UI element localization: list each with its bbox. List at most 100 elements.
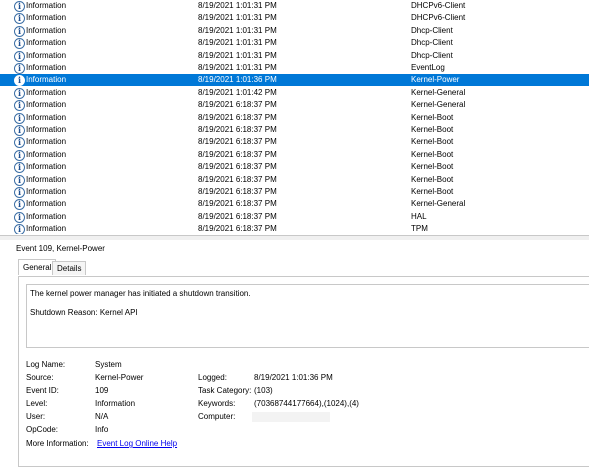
log-name-label: Log Name:: [26, 360, 66, 369]
information-icon: [14, 63, 25, 74]
event-source: Kernel-Boot: [411, 149, 454, 159]
event-date: 8/19/2021 6:18:37 PM: [198, 112, 277, 122]
more-information-label: More Information:: [26, 439, 89, 448]
event-row[interactable]: Information 8/19/2021 6:18:37 PM Kernel-Bo…: [0, 149, 589, 161]
event-level: Information: [26, 174, 67, 184]
information-icon: [14, 100, 25, 112]
event-message-box[interactable]: The kernel power manager has initiated a…: [26, 284, 589, 348]
event-source: Kernel-Boot: [411, 112, 454, 122]
event-row[interactable]: Information 8/19/2021 6:18:37 PM Kernel-Bo…: [0, 161, 589, 174]
event-id-value: 109: [95, 386, 109, 395]
event-source: DHCPv6-Client: [411, 1, 466, 10]
event-source: Dhcp-Client: [411, 50, 453, 60]
event-level: Information: [26, 125, 67, 134]
information-icon: [14, 187, 25, 198]
event-row[interactable]: Information 8/19/2021 6:18:37 PM Kernel-Bo…: [0, 174, 589, 186]
event-row[interactable]: Information 8/19/2021 6:18:37 PM TPM: [0, 223, 589, 234]
computer-value: [252, 412, 330, 422]
event-row[interactable]: Information 8/19/2021 1:01:31 PM DHCPv6-Cl…: [0, 0, 589, 12]
event-date: 8/19/2021 6:18:37 PM: [198, 137, 277, 147]
event-row[interactable]: Information 8/19/2021 1:01:36 PM Kernel-Po…: [0, 74, 589, 87]
event-source: Kernel-General: [411, 87, 466, 97]
event-source: Kernel-Power: [411, 75, 460, 85]
event-row[interactable]: Information 8/19/2021 1:01:31 PM Dhcp-Clie…: [0, 37, 589, 50]
message-line: The kernel power manager has initiated a…: [30, 289, 251, 298]
event-row[interactable]: Information 8/19/2021 1:01:31 PM Dhcp-Clie…: [0, 25, 589, 37]
event-source: HAL: [411, 211, 427, 221]
tab-details[interactable]: Details: [52, 261, 87, 275]
level-value: Information: [95, 399, 136, 408]
task-category-value: (103): [254, 386, 273, 395]
event-level: Information: [26, 100, 67, 110]
event-row[interactable]: Information 8/19/2021 1:01:31 PM DHCPv6-Cl…: [0, 12, 589, 25]
event-row[interactable]: Information 8/19/2021 6:18:37 PM HAL: [0, 211, 589, 223]
event-row[interactable]: Information 8/19/2021 6:18:37 PM Kernel-Bo…: [0, 124, 589, 136]
event-level: Information: [26, 13, 67, 23]
event-date: 8/19/2021 6:18:37 PM: [198, 199, 277, 209]
event-list[interactable]: Information 8/19/2021 1:01:31 PM DHCPv6-Cl…: [0, 0, 589, 234]
information-icon: [14, 211, 25, 223]
level-label: Level:: [26, 399, 48, 408]
opcode-value: Info: [95, 425, 109, 434]
information-icon: [14, 38, 25, 50]
event-row[interactable]: Information 8/19/2021 1:01:31 PM EventLog: [0, 62, 589, 74]
message-line: Shutdown Reason: Kernel API: [30, 308, 138, 317]
information-icon: [14, 13, 25, 25]
event-level: Information: [26, 1, 67, 10]
event-date: 8/19/2021 1:01:31 PM: [198, 63, 277, 72]
event-date: 8/19/2021 1:01:31 PM: [198, 25, 277, 35]
event-source: Kernel-Boot: [411, 174, 454, 184]
event-date: 8/19/2021 1:01:31 PM: [198, 13, 277, 23]
event-date: 8/19/2021 1:01:36 PM: [198, 75, 277, 85]
event-details-title: Event 109, Kernel-Power: [16, 244, 105, 253]
computer-label: Computer:: [198, 412, 236, 421]
event-id-label: Event ID:: [26, 386, 59, 395]
event-source: EventLog: [411, 63, 445, 72]
event-level: Information: [26, 211, 67, 221]
information-icon: [14, 87, 25, 99]
event-date: 8/19/2021 6:18:37 PM: [198, 125, 277, 134]
event-date: 8/19/2021 6:18:37 PM: [198, 149, 277, 159]
event-level: Information: [26, 75, 67, 85]
information-icon: [14, 199, 25, 211]
user-label: User:: [26, 412, 46, 421]
information-icon: [14, 149, 25, 161]
information-icon: [14, 137, 25, 149]
event-date: 8/19/2021 6:18:37 PM: [198, 211, 277, 221]
event-row[interactable]: Information 8/19/2021 6:18:37 PM Kernel-Ge…: [0, 99, 589, 112]
event-row[interactable]: Information 8/19/2021 1:01:31 PM Dhcp-Clie…: [0, 50, 589, 62]
event-level: Information: [26, 50, 67, 60]
event-date: 8/19/2021 1:01:42 PM: [198, 87, 277, 97]
event-date: 8/19/2021 6:18:37 PM: [198, 162, 277, 172]
event-level: Information: [26, 38, 67, 48]
event-source: Kernel-Boot: [411, 125, 454, 134]
event-level: Information: [26, 187, 67, 196]
information-icon: [14, 1, 25, 12]
event-level: Information: [26, 224, 67, 234]
event-level: Information: [26, 112, 67, 122]
event-row[interactable]: Information 8/19/2021 6:18:37 PM Kernel-Bo…: [0, 186, 589, 198]
event-level: Information: [26, 63, 67, 72]
information-icon: [14, 162, 25, 174]
task-category-label: Task Category:: [198, 386, 252, 395]
event-row[interactable]: Information 8/19/2021 6:18:37 PM Kernel-Ge…: [0, 198, 589, 211]
logged-value: 8/19/2021 1:01:36 PM: [254, 373, 333, 382]
information-icon: [14, 174, 25, 186]
event-source: Kernel-Boot: [411, 187, 454, 196]
event-log-online-help-link[interactable]: Event Log Online Help: [97, 438, 177, 450]
event-source: Kernel-General: [411, 100, 466, 110]
event-level: Information: [26, 87, 67, 97]
event-source: Kernel-Boot: [411, 137, 454, 147]
event-row[interactable]: Information 8/19/2021 1:01:42 PM Kernel-Ge…: [0, 87, 589, 99]
event-row[interactable]: Information 8/19/2021 6:18:37 PM Kernel-Bo…: [0, 112, 589, 124]
event-date: 8/19/2021 6:18:37 PM: [198, 224, 277, 234]
event-date: 8/19/2021 6:18:37 PM: [198, 100, 277, 110]
information-icon: [14, 50, 25, 62]
event-source: TPM: [411, 224, 428, 234]
event-date: 8/19/2021 6:18:37 PM: [198, 174, 277, 184]
keywords-label: Keywords:: [198, 399, 236, 408]
event-row[interactable]: Information 8/19/2021 6:18:37 PM Kernel-Bo…: [0, 136, 589, 149]
tab-general[interactable]: General: [18, 259, 57, 275]
event-level: Information: [26, 149, 67, 159]
event-level: Information: [26, 25, 67, 35]
